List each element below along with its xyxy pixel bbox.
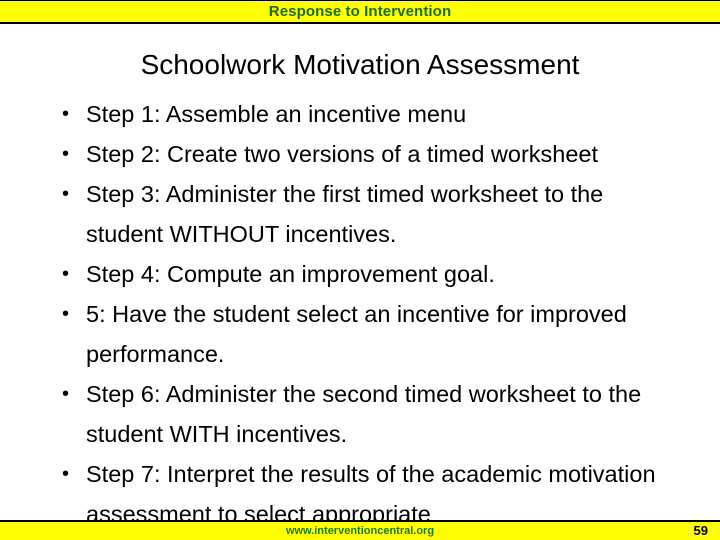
presentation-slide: Response to Intervention Schoolwork Moti…	[0, 0, 720, 540]
bullet-point-icon: •	[62, 103, 70, 125]
bullet-point-icon: •	[62, 383, 70, 405]
list-item-text: Step 3: Administer the first timed works…	[86, 181, 604, 247]
list-item: • Step 4: Compute an improvement goal.	[56, 254, 680, 294]
list-item-text: Step 2: Create two versions of a timed w…	[86, 141, 599, 167]
bullet-list: • Step 1: Assemble an incentive menu • S…	[56, 94, 680, 534]
list-item-text: Step 4: Compute an improvement goal.	[86, 261, 495, 287]
list-item-text: Step 6: Administer the second timed work…	[86, 381, 642, 447]
slide-page-number: 59	[693, 523, 708, 538]
list-item-text: 5: Have the student select an incentive …	[86, 301, 627, 367]
header-banner: Response to Intervention	[0, 0, 720, 24]
footer-website-url: www.interventioncentral.org	[285, 525, 435, 537]
bullet-point-icon: •	[62, 183, 70, 205]
list-item: • Step 6: Administer the second timed wo…	[56, 374, 680, 454]
header-banner-title: Response to Intervention	[268, 3, 452, 20]
list-item: • Step 2: Create two versions of a timed…	[56, 134, 680, 174]
bullet-point-icon: •	[62, 463, 70, 485]
list-item: • 5: Have the student select an incentiv…	[56, 294, 680, 374]
slide-title: Schoolwork Motivation Assessment	[140, 49, 580, 80]
list-item-text: Step 1: Assemble an incentive menu	[86, 101, 467, 127]
bullet-point-icon: •	[62, 303, 70, 325]
footer-banner: www.interventioncentral.org 59	[0, 520, 720, 540]
list-item: • Step 1: Assemble an incentive menu	[56, 94, 680, 134]
bullet-point-icon: •	[62, 263, 70, 285]
list-item: • Step 3: Administer the first timed wor…	[56, 174, 680, 254]
bullet-point-icon: •	[62, 143, 70, 165]
